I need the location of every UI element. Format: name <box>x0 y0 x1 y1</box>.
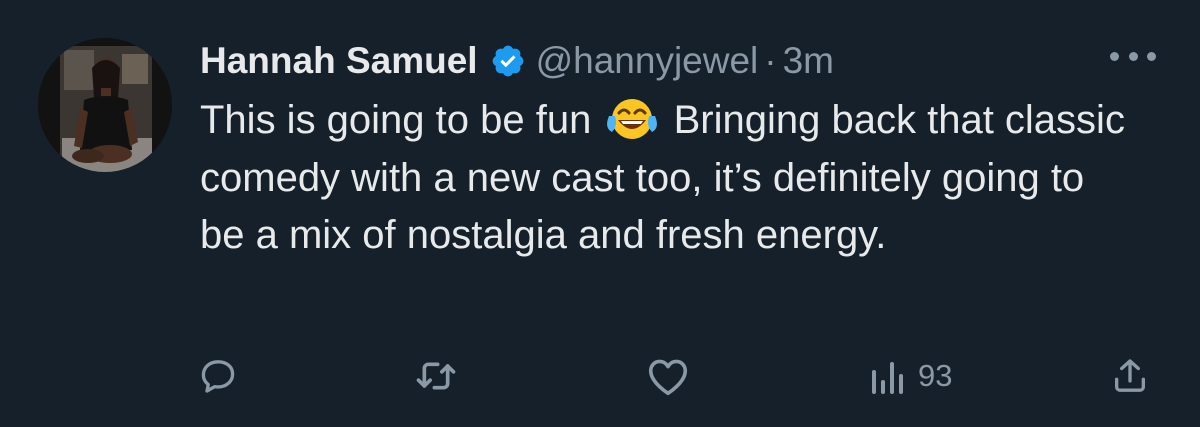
face-with-tears-of-joy-icon <box>606 96 658 142</box>
avatar[interactable] <box>38 38 172 172</box>
share-button[interactable] <box>1110 348 1150 404</box>
author-name[interactable]: Hannah Samuel <box>200 40 478 82</box>
separator-dot: · <box>764 40 777 81</box>
heart-icon <box>646 356 690 396</box>
more-options-icon[interactable] <box>1110 46 1156 66</box>
tweet-actions: 93 <box>198 348 1168 404</box>
retweet-button[interactable] <box>414 348 458 404</box>
tweet: Hannah Samuel @hannyjewel · 3m This is g… <box>0 0 1200 427</box>
verified-badge-icon <box>490 43 526 79</box>
tweet-header: Hannah Samuel @hannyjewel · 3m <box>200 36 1160 86</box>
author-handle[interactable]: @hannyjewel <box>536 40 759 82</box>
share-icon <box>1110 356 1150 396</box>
tweet-timestamp[interactable]: 3m <box>783 40 834 82</box>
tweet-text: This is going to be fun Bringing back th… <box>200 92 1130 265</box>
views-count: 93 <box>918 358 953 393</box>
tweet-text-part-1: This is going to be fun <box>200 98 592 142</box>
views-bar-chart-icon <box>870 356 904 396</box>
views-button[interactable]: 93 <box>870 348 952 404</box>
reply-button[interactable] <box>198 348 238 404</box>
like-button[interactable] <box>646 348 690 404</box>
reply-icon <box>198 356 238 396</box>
retweet-icon <box>414 356 458 396</box>
